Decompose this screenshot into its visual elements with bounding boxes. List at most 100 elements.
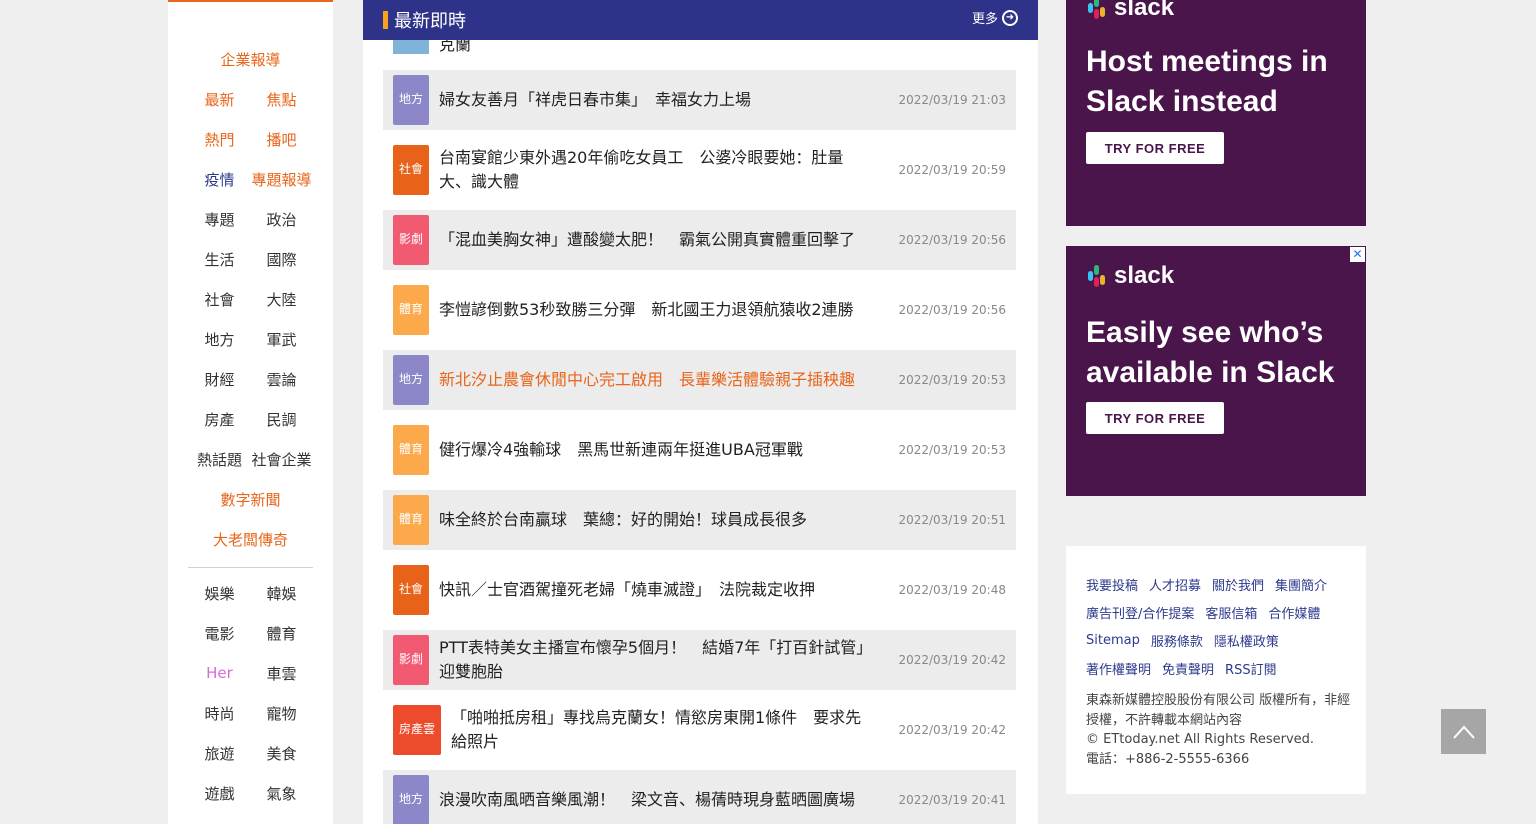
footer-link[interactable]: 集團簡介	[1275, 575, 1327, 594]
ad-banner-1[interactable]: slack Host meetings in Slack instead TRY…	[1066, 0, 1366, 226]
nav-link[interactable]: 專題報導	[251, 169, 313, 190]
back-to-top-button[interactable]	[1441, 709, 1486, 754]
nav-link[interactable]: 政治	[251, 209, 313, 230]
news-timestamp: 2022/03/19 20:56	[898, 233, 1006, 247]
news-title[interactable]: 快訊／士官酒駕撞死老婦「燒車滅證」 法院裁定收押	[429, 578, 898, 602]
ad-banner-2[interactable]: ✕ slack Easily see who’s available in Sl…	[1066, 246, 1366, 496]
news-title[interactable]: PTT表特美女主播宣布懷孕5個月！ 結婚7年「打百針試管」迎雙胞胎	[429, 636, 898, 684]
category-badge[interactable]: 影劇	[393, 215, 429, 265]
news-item[interactable]: 房產雲 「啪啪抵房租」專找烏克蘭女！情慾房東開1條件 要求先給照片 2022/03/…	[383, 700, 1016, 760]
footer-link[interactable]: 我要投稿	[1086, 575, 1138, 594]
more-link[interactable]: 更多 ➜	[972, 8, 1018, 27]
nav-link[interactable]: 社會企業	[251, 449, 313, 470]
news-title[interactable]: 健行爆冷4強輸球 黑馬世新連兩年挺進UBA冠軍戰	[429, 438, 898, 462]
nav-link[interactable]: 美食	[251, 743, 313, 764]
nav-link[interactable]: 疫情	[189, 169, 251, 190]
footer-link[interactable]: 服務條款	[1151, 631, 1203, 650]
nav-link[interactable]: 大陸	[251, 289, 313, 310]
nav-link[interactable]: 財經	[189, 369, 251, 390]
footer-link[interactable]: 廣告刊登/合作提案	[1086, 603, 1194, 622]
slack-wordmark: slack	[1114, 0, 1175, 21]
latest-news-panel: 克蘭 地方 婦女友善月「祥虎日春市集」 幸福女力上場 2022/03/19 21:0…	[363, 0, 1038, 824]
nav-link[interactable]: 熱話題	[189, 449, 251, 470]
nav-link[interactable]: 生活	[189, 249, 251, 270]
nav-link[interactable]: 國際	[251, 249, 313, 270]
category-badge[interactable]: 地方	[393, 775, 429, 824]
nav-link[interactable]: 寵物	[251, 703, 313, 724]
try-for-free-button[interactable]: TRY FOR FREE	[1086, 132, 1224, 164]
news-title[interactable]: 味全終於台南贏球 葉總：好的開始！球員成長很多	[429, 508, 898, 532]
footer-link[interactable]: RSS訂閱	[1225, 659, 1277, 678]
footer-link-row: 著作權聲明 免責聲明 RSS訂閱	[1086, 654, 1356, 682]
news-title[interactable]: 「啪啪抵房租」專找烏克蘭女！情慾房東開1條件 要求先給照片	[441, 706, 898, 754]
news-item[interactable]: 地方 浪漫吹南風晒音樂風潮！ 梁文音、楊蒨時現身藍晒圖廣場 2022/03/19 2…	[383, 770, 1016, 824]
nav-link[interactable]: 企業報導	[191, 49, 311, 70]
category-badge[interactable]: 房產雲	[393, 705, 441, 755]
nav-link[interactable]: 電影	[189, 623, 251, 644]
nav-row: 熱門 播吧	[168, 119, 333, 159]
news-item[interactable]: 社會 台南宴館少東外遇20年偷吃女員工 公婆冷眼要她：肚量大、識大體 2022/03…	[383, 140, 1016, 200]
try-for-free-button[interactable]: TRY FOR FREE	[1086, 402, 1224, 434]
close-ad-icon[interactable]: ✕	[1350, 247, 1365, 262]
category-badge[interactable]: 體育	[393, 285, 429, 335]
nav-link[interactable]: 播吧	[251, 129, 313, 150]
nav-link[interactable]: 熱門	[189, 129, 251, 150]
nav-link[interactable]: 娛樂	[189, 583, 251, 604]
nav-link[interactable]: 民調	[251, 409, 313, 430]
ad-headline: Easily see who’s available in Slack	[1086, 313, 1334, 393]
nav-link[interactable]: 軍武	[251, 329, 313, 350]
category-badge[interactable]: 地方	[393, 355, 429, 405]
nav-link[interactable]: 旅遊	[189, 743, 251, 764]
footer-link[interactable]: Sitemap	[1086, 633, 1140, 648]
nav-link[interactable]: 雲論	[251, 369, 313, 390]
news-title[interactable]: 李愷諺倒數53秒致勝三分彈 新北國王力退領航猿收2連勝	[429, 298, 898, 322]
news-title[interactable]: 「混血美胸女神」遭酸變太肥！ 霸氣公開真實體重回擊了	[429, 228, 898, 252]
category-badge[interactable]: 體育	[393, 495, 429, 545]
nav-link[interactable]: 氣象	[251, 783, 313, 804]
nav-link[interactable]: 地方	[189, 329, 251, 350]
category-badge[interactable]: 體育	[393, 425, 429, 475]
news-title[interactable]: 浪漫吹南風晒音樂風潮！ 梁文音、楊蒨時現身藍晒圖廣場	[429, 788, 898, 812]
nav-row: 地方 軍武	[168, 319, 333, 359]
slack-logo: slack	[1086, 262, 1174, 290]
footer-link[interactable]: 人才招募	[1149, 575, 1201, 594]
footer-link[interactable]: 客服信箱	[1205, 603, 1257, 622]
nav-link[interactable]: 最新	[189, 89, 251, 110]
footer-link[interactable]: 免責聲明	[1162, 659, 1214, 678]
news-item[interactable]: 體育 味全終於台南贏球 葉總：好的開始！球員成長很多 2022/03/19 20:5…	[383, 490, 1016, 550]
nav-link[interactable]: 韓娛	[251, 583, 313, 604]
news-item[interactable]: 體育 健行爆冷4強輸球 黑馬世新連兩年挺進UBA冠軍戰 2022/03/19 20:…	[383, 420, 1016, 480]
nav-link[interactable]: 體育	[251, 623, 313, 644]
category-badge[interactable]: 社會	[393, 145, 429, 195]
news-title[interactable]: 台南宴館少東外遇20年偷吃女員工 公婆冷眼要她：肚量大、識大體	[429, 146, 898, 194]
nav-link[interactable]: 遊戲	[189, 783, 251, 804]
nav-link[interactable]: 社會	[189, 289, 251, 310]
nav-link[interactable]: 數字新聞	[191, 489, 311, 510]
footer-link[interactable]: 隱私權政策	[1214, 631, 1279, 650]
nav-link[interactable]: 房產	[189, 409, 251, 430]
news-item[interactable]: 社會 快訊／士官酒駕撞死老婦「燒車滅證」 法院裁定收押 2022/03/19 20:…	[383, 560, 1016, 620]
category-badge[interactable]: 地方	[393, 75, 429, 125]
nav-link[interactable]: 專題	[189, 209, 251, 230]
category-badge[interactable]: 社會	[393, 565, 429, 615]
news-timestamp: 2022/03/19 20:41	[898, 793, 1006, 807]
nav-link[interactable]: 車雲	[251, 663, 313, 684]
news-item[interactable]: 影劇 「混血美胸女神」遭酸變太肥！ 霸氣公開真實體重回擊了 2022/03/19 2…	[383, 210, 1016, 270]
nav-link[interactable]: 焦點	[251, 89, 313, 110]
footer-link[interactable]: 著作權聲明	[1086, 659, 1151, 678]
news-item[interactable]: 地方 婦女友善月「祥虎日春市集」 幸福女力上場 2022/03/19 21:03	[383, 70, 1016, 130]
category-badge[interactable]: 影劇	[393, 635, 429, 685]
ad-headline-line: Easily see who’s	[1086, 316, 1324, 349]
news-item[interactable]: 體育 李愷諺倒數53秒致勝三分彈 新北國王力退領航猿收2連勝 2022/03/19 …	[383, 280, 1016, 340]
nav-link[interactable]: Her	[189, 664, 251, 682]
news-title[interactable]: 新北汐止農會休閒中心完工啟用 長輩樂活體驗親子插秧趣	[429, 368, 898, 392]
news-item[interactable]: 影劇 PTT表特美女主播宣布懷孕5個月！ 結婚7年「打百針試管」迎雙胞胎 2022/…	[383, 630, 1016, 690]
footer-link[interactable]: 合作媒體	[1268, 603, 1320, 622]
nav-link[interactable]: 時尚	[189, 703, 251, 724]
nav-link[interactable]: 大老闆傳奇	[191, 529, 311, 550]
news-item[interactable]: 地方 新北汐止農會休閒中心完工啟用 長輩樂活體驗親子插秧趣 2022/03/19 2…	[383, 350, 1016, 410]
nav-row: 旅遊 美食	[168, 733, 333, 773]
news-timestamp: 2022/03/19 20:42	[898, 653, 1006, 667]
footer-link[interactable]: 關於我們	[1212, 575, 1264, 594]
news-title[interactable]: 婦女友善月「祥虎日春市集」 幸福女力上場	[429, 88, 898, 112]
